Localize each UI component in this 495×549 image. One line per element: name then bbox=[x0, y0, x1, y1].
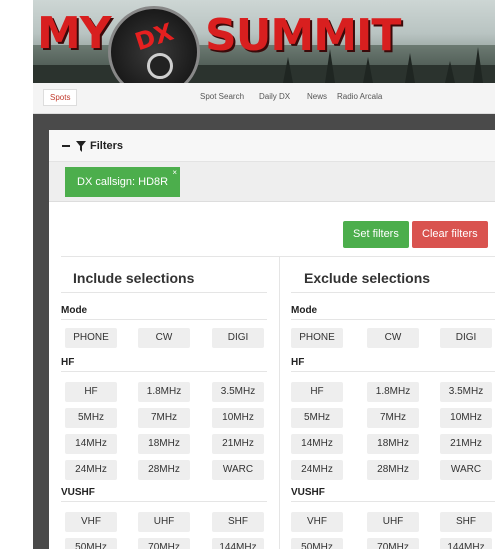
exclude-mode-option-cw[interactable]: CW bbox=[367, 328, 419, 348]
include-hf-option-28mhz[interactable]: 28MHz bbox=[138, 460, 190, 480]
filter-chip-dx-callsign[interactable]: DX callsign: HD8R × bbox=[65, 167, 181, 197]
divider bbox=[291, 319, 495, 320]
include-vushf-option-uhf[interactable]: UHF bbox=[138, 512, 190, 532]
exclude-hf-option-18mhz[interactable]: 18MHz bbox=[367, 434, 419, 454]
divider bbox=[291, 501, 495, 502]
include-mode-option-phone[interactable]: PHONE bbox=[65, 328, 117, 348]
exclude-mode-label: Mode bbox=[291, 305, 318, 316]
exclude-hf-option-24mhz[interactable]: 24MHz bbox=[291, 460, 343, 480]
filters-title: Filters bbox=[90, 140, 124, 152]
exclude-hf-option-warc[interactable]: WARC bbox=[440, 460, 492, 480]
exclude-vushf-option-70mhz[interactable]: 70MHz bbox=[367, 538, 419, 549]
exclude-hf-option-10mhz[interactable]: 10MHz bbox=[440, 408, 492, 428]
include-hf-option-1-8mhz[interactable]: 1.8MHz bbox=[138, 382, 190, 402]
nav-item-spot-search[interactable]: Spot Search bbox=[200, 92, 244, 101]
include-mode-label: Mode bbox=[61, 305, 88, 316]
set-filters-button[interactable]: Set filters bbox=[343, 221, 409, 248]
include-hf-label: HF bbox=[61, 357, 75, 368]
exclude-mode-option-phone[interactable]: PHONE bbox=[291, 328, 343, 348]
filter-chip-label: DX callsign: HD8R bbox=[77, 176, 169, 188]
divider bbox=[61, 292, 267, 293]
include-hf-option-warc[interactable]: WARC bbox=[212, 460, 264, 480]
include-vushf-option-144mhz[interactable]: 144MHz bbox=[212, 538, 264, 549]
divider bbox=[61, 319, 267, 320]
divider bbox=[61, 371, 267, 372]
page: MY DX SUMMIT Spots Spot Search Daily DX … bbox=[0, 0, 495, 549]
logo-summit: SUMMIT bbox=[205, 10, 401, 61]
exclude-hf-label: HF bbox=[291, 357, 305, 368]
tree-shape bbox=[445, 61, 455, 83]
include-vushf-option-vhf[interactable]: VHF bbox=[65, 512, 117, 532]
include-title: Include selections bbox=[73, 270, 195, 286]
divider bbox=[291, 292, 495, 293]
exclude-hf-option-hf[interactable]: HF bbox=[291, 382, 343, 402]
exclude-vushf-option-vhf[interactable]: VHF bbox=[291, 512, 343, 532]
divider bbox=[291, 371, 495, 372]
banner-foreground bbox=[33, 65, 495, 83]
filters-header[interactable]: Filters bbox=[49, 130, 495, 162]
exclude-vushf-option-uhf[interactable]: UHF bbox=[367, 512, 419, 532]
exclude-vushf-option-shf[interactable]: SHF bbox=[440, 512, 492, 532]
tree-shape bbox=[405, 53, 415, 83]
exclude-hf-option-7mhz[interactable]: 7MHz bbox=[367, 408, 419, 428]
logo-disc-icon: DX bbox=[108, 6, 200, 83]
main-nav: Spots Spot Search Daily DX News Radio Ar… bbox=[33, 83, 495, 114]
include-vushf-option-shf[interactable]: SHF bbox=[212, 512, 264, 532]
nav-item-daily-dx[interactable]: Daily DX bbox=[259, 92, 290, 101]
include-hf-option-5mhz[interactable]: 5MHz bbox=[65, 408, 117, 428]
active-filters-row: DX callsign: HD8R × bbox=[49, 162, 495, 202]
clear-filters-button[interactable]: Clear filters bbox=[412, 221, 488, 248]
nav-item-news[interactable]: News bbox=[307, 92, 327, 101]
include-mode-option-cw[interactable]: CW bbox=[138, 328, 190, 348]
exclude-hf-option-28mhz[interactable]: 28MHz bbox=[367, 460, 419, 480]
exclude-vushf-label: VUSHF bbox=[291, 487, 325, 498]
include-hf-option-7mhz[interactable]: 7MHz bbox=[138, 408, 190, 428]
include-vushf-option-70mhz[interactable]: 70MHz bbox=[138, 538, 190, 549]
site-banner[interactable]: MY DX SUMMIT bbox=[33, 0, 495, 83]
include-hf-option-14mhz[interactable]: 14MHz bbox=[65, 434, 117, 454]
include-hf-option-3-5mhz[interactable]: 3.5MHz bbox=[212, 382, 264, 402]
exclude-hf-option-3-5mhz[interactable]: 3.5MHz bbox=[440, 382, 492, 402]
exclude-hf-option-5mhz[interactable]: 5MHz bbox=[291, 408, 343, 428]
tree-shape bbox=[473, 47, 483, 83]
include-hf-option-18mhz[interactable]: 18MHz bbox=[138, 434, 190, 454]
include-hf-option-24mhz[interactable]: 24MHz bbox=[65, 460, 117, 480]
close-icon[interactable]: × bbox=[172, 158, 177, 188]
logo-dx: DX bbox=[131, 17, 177, 57]
divider bbox=[61, 256, 495, 257]
collapse-icon[interactable] bbox=[62, 145, 70, 147]
include-hf-option-21mhz[interactable]: 21MHz bbox=[212, 434, 264, 454]
exclude-hf-option-14mhz[interactable]: 14MHz bbox=[291, 434, 343, 454]
include-hf-option-hf[interactable]: HF bbox=[65, 382, 117, 402]
exclude-title: Exclude selections bbox=[304, 270, 431, 286]
include-hf-option-10mhz[interactable]: 10MHz bbox=[212, 408, 264, 428]
exclude-hf-option-21mhz[interactable]: 21MHz bbox=[440, 434, 492, 454]
include-mode-option-digi[interactable]: DIGI bbox=[212, 328, 264, 348]
exclude-vushf-option-50mhz[interactable]: 50MHz bbox=[291, 538, 343, 549]
exclude-hf-option-1-8mhz[interactable]: 1.8MHz bbox=[367, 382, 419, 402]
exclude-mode-option-digi[interactable]: DIGI bbox=[440, 328, 492, 348]
funnel-icon bbox=[76, 141, 86, 152]
filters-panel: Filters DX callsign: HD8R × Set filters … bbox=[49, 130, 495, 549]
include-vushf-label: VUSHF bbox=[61, 487, 95, 498]
logo-my: MY bbox=[37, 8, 112, 59]
exclude-vushf-option-144mhz[interactable]: 144MHz bbox=[440, 538, 492, 549]
include-vushf-option-50mhz[interactable]: 50MHz bbox=[65, 538, 117, 549]
column-divider bbox=[279, 256, 280, 549]
nav-item-spots[interactable]: Spots bbox=[43, 89, 78, 106]
nav-item-radio-arcala[interactable]: Radio Arcala bbox=[337, 92, 382, 101]
divider bbox=[61, 501, 267, 502]
knob-icon bbox=[147, 53, 173, 79]
